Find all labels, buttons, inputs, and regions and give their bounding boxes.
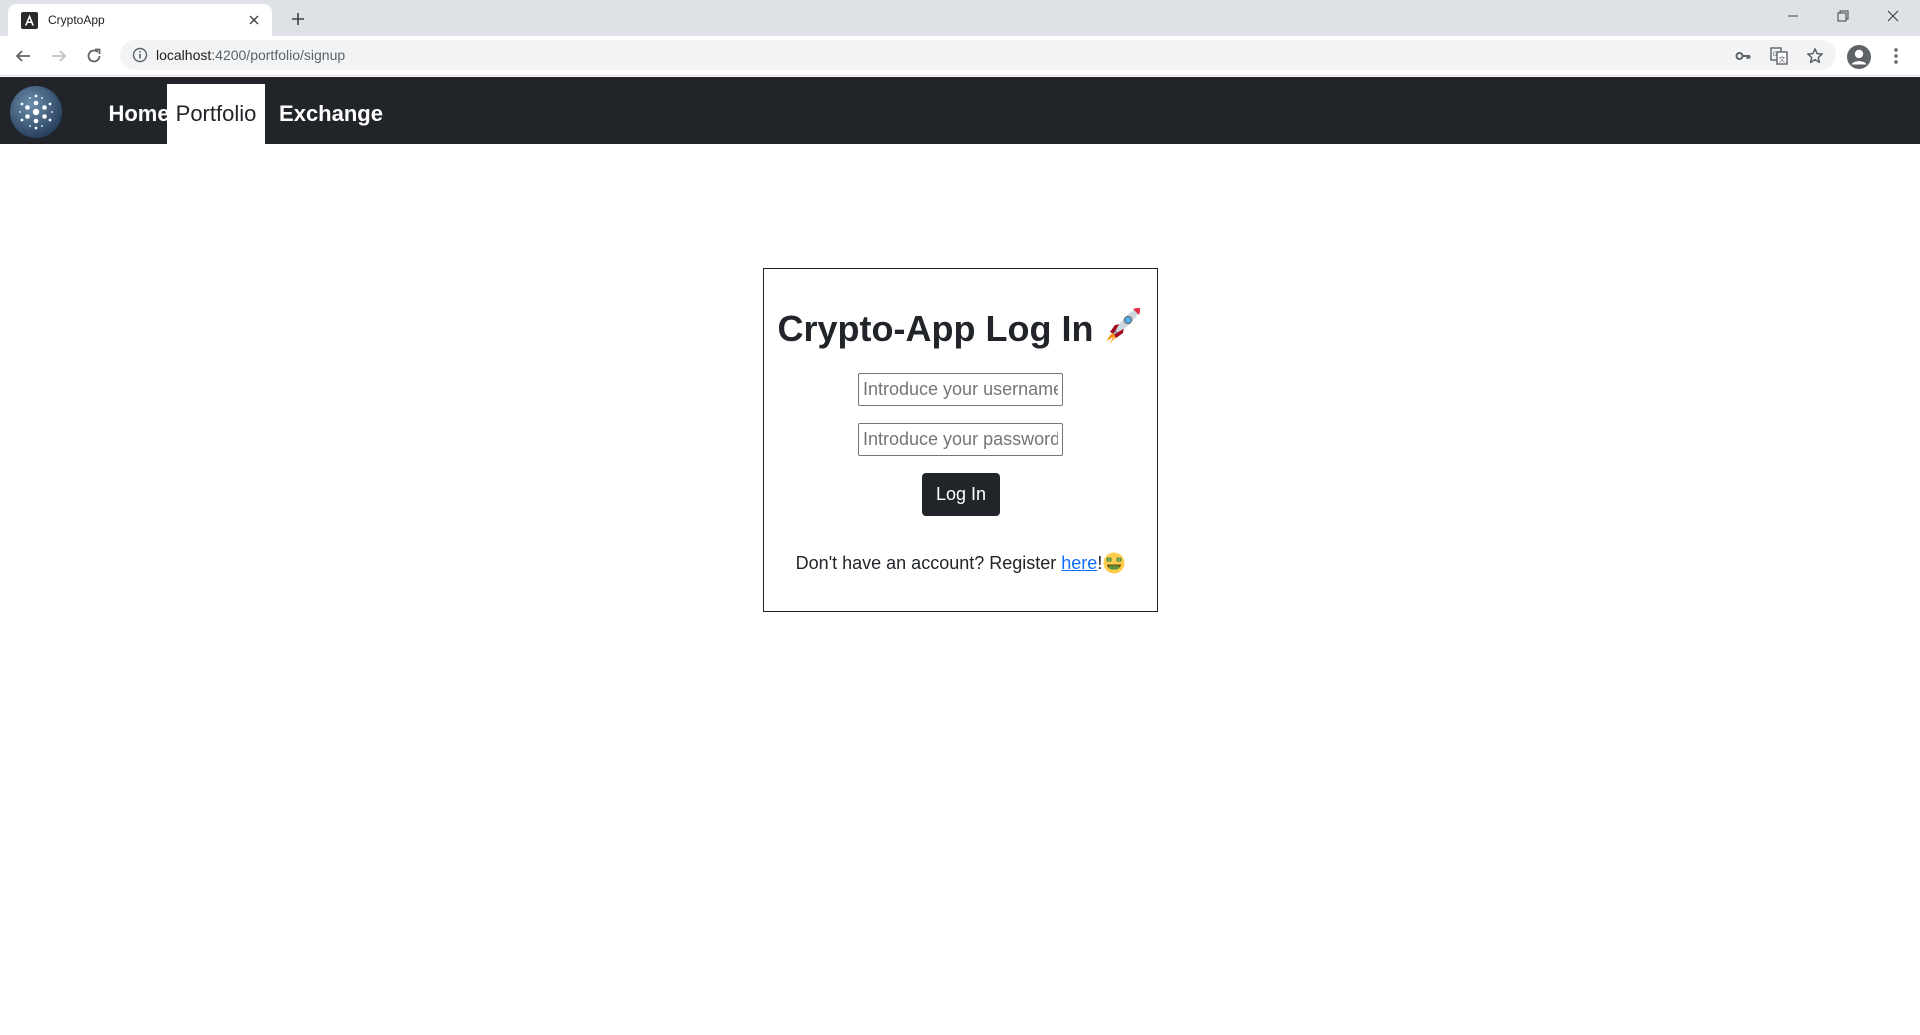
money-mouth-face-icon: $ $ bbox=[1103, 552, 1125, 574]
svg-text:$: $ bbox=[1118, 557, 1121, 562]
password-input[interactable] bbox=[858, 423, 1063, 456]
browser-toolbar: localhost:4200/portfolio/signup 文G bbox=[0, 36, 1920, 76]
register-suffix: ! bbox=[1097, 553, 1103, 573]
angular-icon bbox=[21, 12, 38, 29]
address-bar[interactable]: localhost:4200/portfolio/signup 文G bbox=[120, 40, 1836, 70]
minimize-icon[interactable] bbox=[1770, 0, 1816, 32]
register-prompt: Don't have an account? Register here! $ … bbox=[764, 551, 1157, 575]
username-input[interactable] bbox=[858, 373, 1063, 406]
browser-tab-strip: CryptoApp bbox=[0, 0, 1920, 36]
new-tab-icon[interactable] bbox=[288, 9, 308, 29]
rocket-icon bbox=[1107, 308, 1141, 344]
register-prefix: Don't have an account? Register bbox=[795, 553, 1062, 573]
url-path: :4200/portfolio/signup bbox=[211, 47, 346, 63]
browser-tab[interactable]: CryptoApp bbox=[8, 4, 272, 36]
url-text[interactable]: localhost:4200/portfolio/signup bbox=[156, 47, 345, 63]
restore-icon[interactable] bbox=[1820, 0, 1866, 32]
login-card: Crypto-App Log In Log In Don't have an a… bbox=[763, 268, 1158, 612]
nav-portfolio[interactable]: Portfolio bbox=[167, 84, 265, 144]
reload-icon[interactable] bbox=[82, 44, 106, 68]
site-info-icon[interactable] bbox=[132, 47, 148, 63]
app-logo-icon[interactable] bbox=[10, 86, 62, 138]
browser-menu-icon[interactable] bbox=[1888, 46, 1904, 66]
key-icon[interactable] bbox=[1734, 47, 1752, 65]
forward-icon[interactable] bbox=[47, 44, 71, 68]
nav-exchange[interactable]: Exchange bbox=[276, 84, 386, 144]
svg-text:G: G bbox=[1773, 51, 1778, 58]
close-window-icon[interactable] bbox=[1870, 0, 1916, 32]
app-navbar: Home Portfolio Exchange bbox=[0, 77, 1920, 144]
login-title: Crypto-App Log In bbox=[777, 308, 1094, 349]
svg-text:文: 文 bbox=[1779, 55, 1786, 64]
back-icon[interactable] bbox=[11, 44, 35, 68]
login-button[interactable]: Log In bbox=[922, 473, 1000, 516]
translate-icon[interactable]: 文G bbox=[1770, 47, 1788, 65]
url-host: localhost bbox=[156, 47, 212, 63]
close-tab-icon[interactable] bbox=[246, 12, 262, 28]
profile-avatar-icon[interactable] bbox=[1846, 44, 1872, 70]
svg-text:$: $ bbox=[1108, 557, 1111, 562]
bookmark-star-icon[interactable] bbox=[1806, 47, 1824, 65]
register-link[interactable]: here bbox=[1061, 553, 1097, 573]
tab-title: CryptoApp bbox=[48, 13, 105, 27]
login-title-row: Crypto-App Log In bbox=[764, 305, 1157, 351]
